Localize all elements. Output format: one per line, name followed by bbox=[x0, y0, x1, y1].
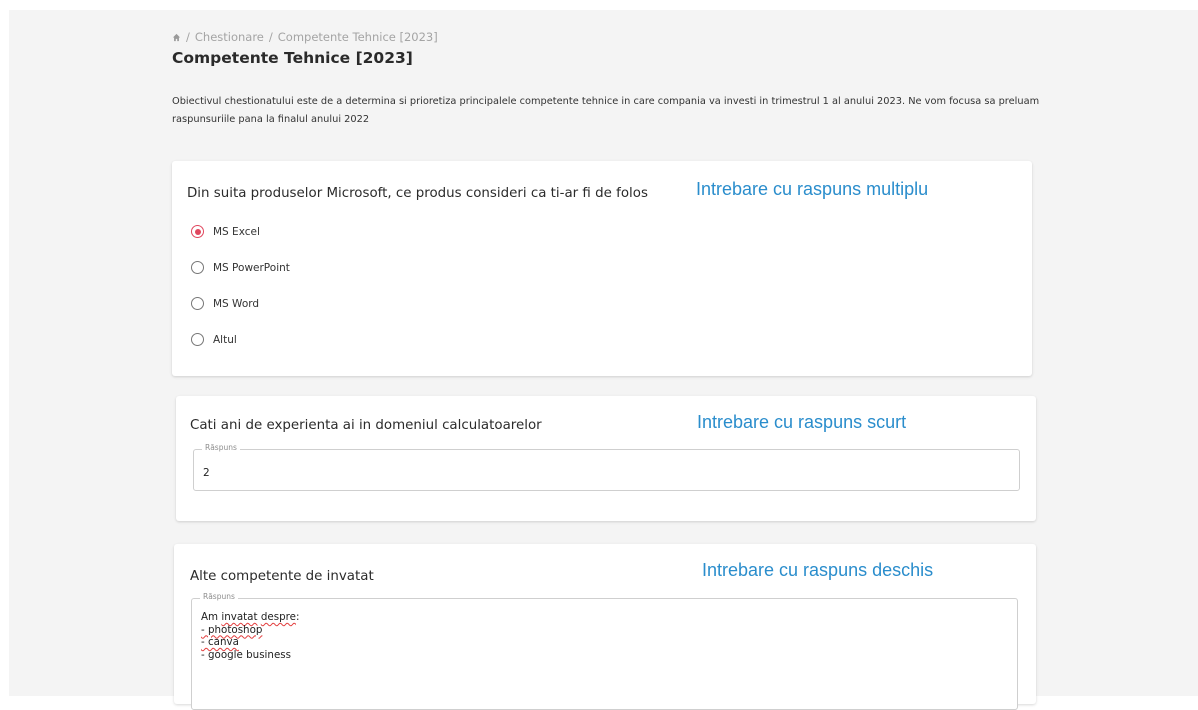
option-altul[interactable]: Altul bbox=[191, 333, 237, 346]
page-description: Obiectivul chestionatului este de a dete… bbox=[172, 96, 1040, 125]
home-icon[interactable] bbox=[172, 33, 181, 42]
breadcrumb-separator: / bbox=[186, 30, 190, 44]
answer-field-label: Răspuns bbox=[200, 592, 238, 601]
answer-line: - photoshop bbox=[201, 623, 263, 636]
radio-unchecked-icon[interactable] bbox=[191, 261, 204, 274]
breadcrumb: / Chestionare / Competente Tehnice [2023… bbox=[172, 30, 438, 44]
question-card-multiple-choice: Din suita produselor Microsoft, ce produ… bbox=[172, 161, 1032, 376]
option-label: Altul bbox=[213, 333, 237, 346]
answer-text[interactable]: Am invatat despre: - photoshop - canva -… bbox=[201, 611, 299, 661]
radio-unchecked-icon[interactable] bbox=[191, 297, 204, 310]
question-title: Din suita produselor Microsoft, ce produ… bbox=[187, 186, 648, 201]
spellcheck-word: invatat bbox=[221, 611, 258, 623]
spellcheck-word: despre bbox=[260, 611, 296, 623]
question-title: Cati ani de experienta ai in domeniul ca… bbox=[190, 418, 542, 433]
answer-value[interactable]: 2 bbox=[203, 467, 210, 479]
question-type-annotation: Intrebare cu raspuns deschis bbox=[702, 560, 934, 580]
answer-line: Am invatat despre: bbox=[201, 611, 300, 623]
option-label: MS PowerPoint bbox=[213, 261, 290, 274]
question-card-open-answer: Alte competente de invatat Intrebare cu … bbox=[174, 544, 1036, 710]
option-label: MS Excel bbox=[213, 225, 260, 238]
radio-checked-icon[interactable] bbox=[191, 225, 204, 238]
option-ms-excel[interactable]: MS Excel bbox=[191, 225, 260, 238]
answer-line: - canva bbox=[201, 636, 239, 648]
question-type-annotation: Intrebare cu raspuns scurt bbox=[697, 412, 907, 432]
breadcrumb-item-chestionare[interactable]: Chestionare bbox=[195, 30, 264, 44]
answer-field-label: Răspuns bbox=[202, 443, 240, 452]
option-ms-word[interactable]: MS Word bbox=[191, 297, 259, 310]
answer-line: - google business bbox=[201, 648, 292, 661]
answer-textarea[interactable]: Răspuns Am invatat despre: - photoshop -… bbox=[191, 592, 1018, 710]
question-title: Alte competente de invatat bbox=[190, 569, 374, 584]
option-ms-powerpoint[interactable]: MS PowerPoint bbox=[191, 261, 290, 274]
breadcrumb-item-current: Competente Tehnice [2023] bbox=[277, 30, 438, 44]
option-label: MS Word bbox=[213, 297, 260, 310]
question-card-short-answer: Cati ani de experienta ai in domeniul ca… bbox=[176, 396, 1036, 521]
question-type-annotation: Intrebare cu raspuns multiplu bbox=[696, 179, 929, 199]
page-title: Competente Tehnice [2023] bbox=[172, 49, 413, 67]
answer-input[interactable]: Răspuns 2 bbox=[193, 443, 1020, 491]
radio-unchecked-icon[interactable] bbox=[191, 333, 204, 346]
breadcrumb-separator: / bbox=[268, 30, 273, 44]
